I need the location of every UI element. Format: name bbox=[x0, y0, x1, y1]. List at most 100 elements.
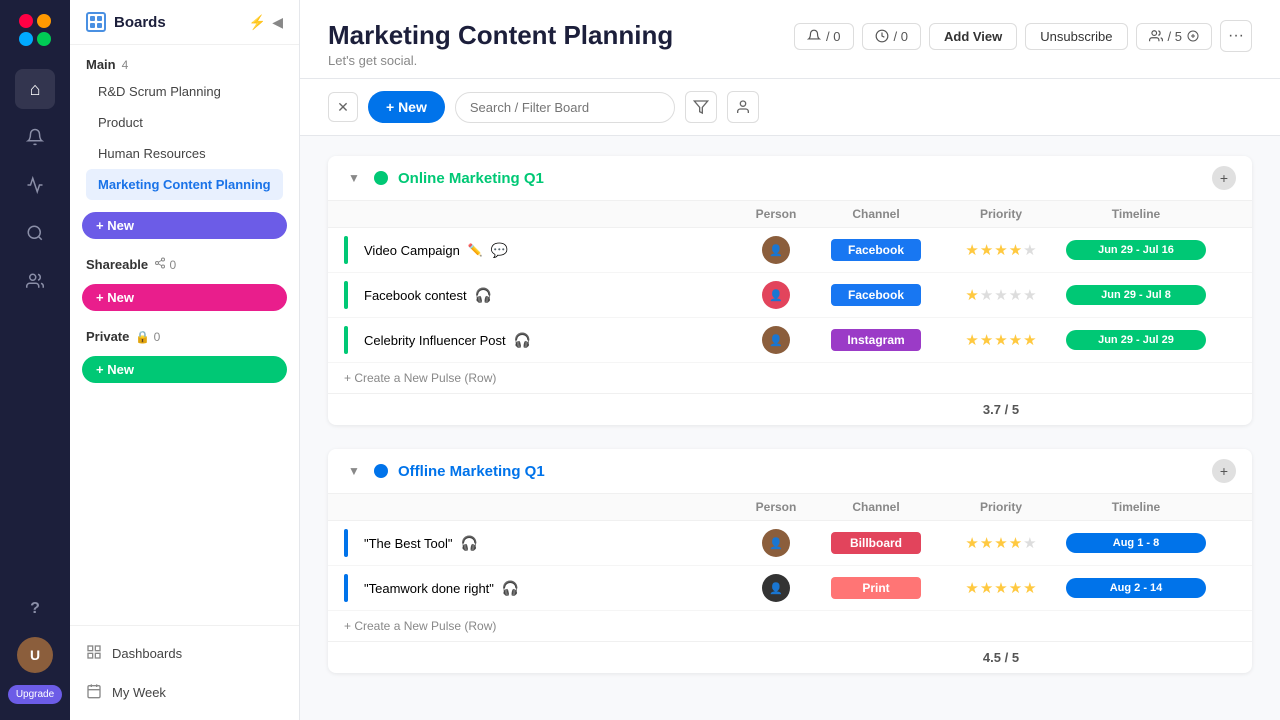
help-icon[interactable]: ? bbox=[15, 589, 55, 629]
myweek-icon bbox=[86, 683, 102, 702]
sidebar-header-actions: ⚡ ◀ bbox=[249, 14, 283, 31]
clear-filter-button[interactable]: ✕ bbox=[328, 92, 358, 122]
row-name-label[interactable]: Celebrity Influencer Post bbox=[364, 333, 506, 348]
group-score: 3.7 / 5 bbox=[936, 402, 1066, 417]
comment-icon[interactable]: 💬 bbox=[491, 242, 508, 259]
main-section-count: 4 bbox=[122, 58, 129, 72]
group-score-2: 4.5 / 5 bbox=[936, 650, 1066, 665]
group-add-button[interactable]: + bbox=[1212, 166, 1236, 190]
headphone-icon[interactable]: 🎧 bbox=[502, 580, 519, 597]
group-dot bbox=[374, 464, 388, 478]
timeline-badge: Jun 29 - Jul 16 bbox=[1066, 240, 1206, 260]
collapse-sidebar-icon[interactable]: ◀ bbox=[272, 14, 283, 31]
group-header-right: + bbox=[1212, 166, 1236, 190]
create-row-button[interactable]: + Create a New Pulse (Row) bbox=[328, 363, 1252, 393]
main-header: Marketing Content Planning Let's get soc… bbox=[300, 0, 1280, 79]
col-person-header-2: Person bbox=[736, 500, 816, 514]
table-header-2: Person Channel Priority Timeline bbox=[328, 494, 1252, 521]
new-item-button[interactable]: + New bbox=[368, 91, 445, 123]
sidebar-item-product-label: Product bbox=[98, 115, 143, 130]
activity-icon[interactable] bbox=[15, 165, 55, 205]
more-options-button[interactable]: ··· bbox=[1220, 20, 1252, 52]
table-row: Celebrity Influencer Post 🎧 👤 Instagram … bbox=[328, 318, 1252, 363]
sidebar-item-marketing[interactable]: Marketing Content Planning bbox=[86, 169, 283, 200]
notifications-button[interactable]: / 0 bbox=[794, 23, 853, 50]
priority-stars[interactable]: ★ ★ ★ ★ ★ bbox=[936, 241, 1066, 259]
page-subtitle: Let's get social. bbox=[328, 53, 673, 68]
priority-stars[interactable]: ★ ★ ★ ★ ★ bbox=[936, 331, 1066, 349]
filter-button[interactable] bbox=[685, 91, 717, 123]
sidebar-item-product[interactable]: Product bbox=[86, 107, 283, 138]
headphone-icon[interactable]: 🎧 bbox=[460, 535, 477, 552]
add-view-button[interactable]: Add View bbox=[929, 23, 1017, 50]
col-priority-header: Priority bbox=[936, 207, 1066, 221]
member-count: / 5 bbox=[1168, 29, 1182, 44]
shareable-new-button[interactable]: + New bbox=[82, 284, 287, 311]
activity-button[interactable]: / 0 bbox=[862, 23, 921, 50]
unsubscribe-button[interactable]: Unsubscribe bbox=[1025, 23, 1127, 50]
priority-stars[interactable]: ★ ★ ★ ★ ★ bbox=[936, 534, 1066, 552]
people-icon[interactable] bbox=[15, 261, 55, 301]
timeline-badge: Jun 29 - Jul 29 bbox=[1066, 330, 1206, 350]
main-new-button[interactable]: + New bbox=[82, 212, 287, 239]
group-collapse-button[interactable]: ▼ bbox=[344, 168, 364, 188]
channel-badge: Facebook bbox=[831, 284, 921, 306]
person-filter-button[interactable] bbox=[727, 91, 759, 123]
person-avatar: 👤 bbox=[762, 574, 790, 602]
create-row-button-2[interactable]: + Create a New Pulse (Row) bbox=[328, 611, 1252, 641]
search-icon[interactable] bbox=[15, 213, 55, 253]
group-add-button[interactable]: + bbox=[1212, 459, 1236, 483]
user-avatar[interactable]: U bbox=[17, 637, 53, 673]
sidebar-item-marketing-label: Marketing Content Planning bbox=[98, 177, 271, 192]
private-label: Private bbox=[86, 329, 129, 344]
sidebar: Boards ⚡ ◀ Main 4 R&D Scrum Planning Pro… bbox=[70, 0, 300, 720]
col-timeline-header: Timeline bbox=[1066, 207, 1206, 221]
sidebar-dashboards[interactable]: Dashboards bbox=[70, 634, 299, 673]
search-input[interactable] bbox=[455, 92, 675, 123]
private-count: 0 bbox=[154, 330, 161, 344]
headphone-icon[interactable]: 🎧 bbox=[475, 287, 492, 304]
row-name-label[interactable]: "Teamwork done right" bbox=[364, 581, 494, 596]
logo[interactable] bbox=[17, 12, 53, 53]
group-title: Online Marketing Q1 bbox=[398, 170, 1202, 187]
board-content: ▼ Online Marketing Q1 + Person Channel P… bbox=[300, 136, 1280, 720]
row-name-label[interactable]: Video Campaign bbox=[364, 243, 460, 258]
row-indicator bbox=[344, 236, 348, 264]
person-avatar: 👤 bbox=[762, 326, 790, 354]
sidebar-item-rnd[interactable]: R&D Scrum Planning bbox=[86, 76, 283, 107]
bell-icon[interactable] bbox=[15, 117, 55, 157]
channel-badge: Facebook bbox=[831, 239, 921, 261]
sidebar-item-hr[interactable]: Human Resources bbox=[86, 138, 283, 169]
upgrade-button[interactable]: Upgrade bbox=[8, 685, 62, 704]
person-avatar: 👤 bbox=[762, 236, 790, 264]
table-row: Facebook contest 🎧 👤 Facebook ★ ★ ★ ★ ★ bbox=[328, 273, 1252, 318]
priority-stars[interactable]: ★ ★ ★ ★ ★ bbox=[936, 579, 1066, 597]
col-timeline-header-2: Timeline bbox=[1066, 500, 1206, 514]
sidebar-myweek[interactable]: My Week bbox=[70, 673, 299, 712]
icon-bar: ⌂ ? U Upgrade bbox=[0, 0, 70, 720]
timeline-badge: Jun 29 - Jul 8 bbox=[1066, 285, 1206, 305]
home-icon[interactable]: ⌂ bbox=[15, 69, 55, 109]
table-row: "The Best Tool" 🎧 👤 Billboard ★ ★ ★ ★ ★ bbox=[328, 521, 1252, 566]
col-channel-header-2: Channel bbox=[816, 500, 936, 514]
group-offline-header: ▼ Offline Marketing Q1 + bbox=[328, 449, 1252, 494]
group-collapse-button[interactable]: ▼ bbox=[344, 461, 364, 481]
shareable-count: 0 bbox=[170, 258, 177, 272]
row-name-label[interactable]: Facebook contest bbox=[364, 288, 467, 303]
group-offline-marketing: ▼ Offline Marketing Q1 + Person Channel … bbox=[328, 449, 1252, 673]
sidebar-bottom: Dashboards My Week bbox=[70, 625, 299, 720]
sidebar-item-hr-label: Human Resources bbox=[98, 146, 206, 161]
lightning-icon[interactable]: ⚡ bbox=[249, 14, 266, 31]
col-person-header: Person bbox=[736, 207, 816, 221]
channel-badge: Instagram bbox=[831, 329, 921, 351]
headphone-icon[interactable]: 🎧 bbox=[514, 332, 531, 349]
members-button[interactable]: / 5 bbox=[1136, 23, 1212, 50]
private-new-button[interactable]: + New bbox=[82, 356, 287, 383]
sidebar-header: Boards ⚡ ◀ bbox=[70, 0, 299, 45]
priority-stars[interactable]: ★ ★ ★ ★ ★ bbox=[936, 286, 1066, 304]
dashboards-label: Dashboards bbox=[112, 646, 182, 661]
page-title: Marketing Content Planning bbox=[328, 20, 673, 51]
edit-icon[interactable]: ✏️ bbox=[468, 243, 483, 257]
col-priority-header-2: Priority bbox=[936, 500, 1066, 514]
row-name-label[interactable]: "The Best Tool" bbox=[364, 536, 452, 551]
